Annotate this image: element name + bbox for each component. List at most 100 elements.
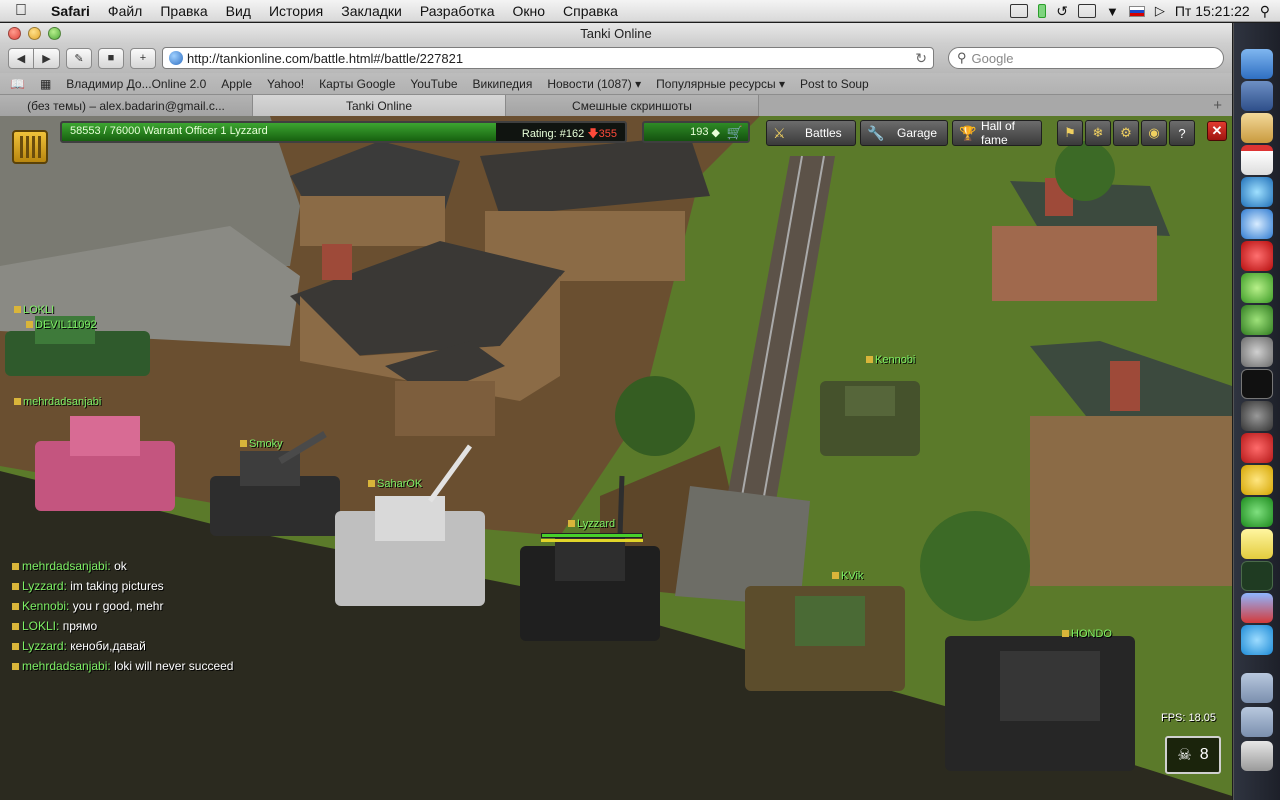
chat-message: LOKLI: прямо: [12, 616, 233, 636]
screen-capture-icon[interactable]: [1077, 4, 1096, 18]
bookmark-item[interactable]: Карты Google: [319, 77, 395, 91]
address-book-icon[interactable]: [1241, 113, 1273, 143]
crystals-counter[interactable]: 193 ◆ 🛒: [642, 121, 750, 143]
forward-arrow-icon[interactable]: ▶: [34, 47, 60, 69]
reading-list-icon[interactable]: 📖: [10, 77, 25, 91]
spotlight-search-icon[interactable]: ⚲: [1260, 3, 1270, 20]
calendar-icon[interactable]: [1241, 145, 1273, 175]
chat-author: LOKLI:: [22, 619, 60, 633]
address-url[interactable]: http://tankionline.com/battle.html#/batt…: [187, 51, 915, 66]
rank-icon: [12, 623, 19, 630]
safari-icon[interactable]: [1241, 209, 1273, 239]
wifi-icon[interactable]: ▼: [1106, 4, 1119, 19]
gift-icon[interactable]: ❄: [1085, 120, 1111, 146]
time-machine-icon[interactable]: ↺: [1056, 3, 1068, 20]
settings-gear-icon[interactable]: ⚙: [1113, 120, 1139, 146]
utorrent-icon[interactable]: [1241, 497, 1273, 527]
bookmark-item[interactable]: Википедия: [473, 77, 533, 91]
photo-app-icon[interactable]: [1241, 593, 1273, 623]
bookmarks-bar: 📖 ▦ Владимир До...Online 2.0 Apple Yahoo…: [0, 73, 1232, 95]
search-placeholder: Google: [971, 50, 1014, 66]
adium-icon[interactable]: [1241, 305, 1273, 335]
speaker-app-icon[interactable]: [1241, 401, 1273, 431]
player-name-text: Smoky: [249, 438, 283, 450]
apple-menu-icon[interactable]: : [0, 2, 42, 20]
menu-help[interactable]: Справка: [554, 3, 627, 19]
activity-monitor-icon[interactable]: [1241, 561, 1273, 591]
window-titlebar: Tanki Online: [0, 23, 1232, 43]
menu-view[interactable]: Вид: [217, 3, 260, 19]
battles-label: Battles: [805, 126, 842, 140]
menu-edit[interactable]: Правка: [151, 3, 216, 19]
tab-funny-screenshots[interactable]: Смешные скриншоты: [506, 95, 759, 116]
tab-tanki-online[interactable]: Tanki Online: [253, 95, 506, 116]
skype-icon[interactable]: [1241, 625, 1273, 655]
sound-icon[interactable]: ◉: [1141, 120, 1167, 146]
search-field[interactable]: ⚲ Google: [948, 47, 1224, 69]
menu-window[interactable]: Окно: [503, 3, 554, 19]
player-name-text: Kennobi: [875, 354, 916, 366]
opera-icon[interactable]: [1241, 241, 1273, 271]
rank-icon: [568, 520, 575, 527]
mail-icon[interactable]: [1241, 81, 1273, 111]
add-bookmark-icon[interactable]: +: [130, 47, 156, 69]
snapshot-icon[interactable]: ✎: [66, 47, 92, 69]
bookmark-item[interactable]: Apple: [221, 77, 252, 91]
input-language-flag-icon[interactable]: [1128, 5, 1145, 17]
menu-file[interactable]: Файл: [99, 3, 151, 19]
menu-history[interactable]: История: [260, 3, 332, 19]
downloads-folder-icon[interactable]: [1241, 707, 1273, 737]
bookmark-item[interactable]: Post to Soup: [800, 77, 869, 91]
cyberduck-icon[interactable]: [1241, 465, 1273, 495]
filezilla-icon[interactable]: [1241, 433, 1273, 463]
reload-icon[interactable]: ↻: [915, 50, 927, 67]
volume-icon[interactable]: ▷: [1155, 3, 1165, 19]
bookmark-item[interactable]: YouTube: [410, 77, 457, 91]
player-name-lyzzard: Lyzzard: [568, 518, 615, 530]
evernote-icon[interactable]: ■: [98, 47, 124, 69]
referral-icon[interactable]: ⚑: [1057, 120, 1083, 146]
shop-cart-icon[interactable]: 🛒: [727, 125, 743, 141]
garage-button[interactable]: 🔧 Garage: [860, 120, 948, 146]
itunes-icon[interactable]: [1241, 177, 1273, 207]
battles-button[interactable]: ⚔ Battles: [766, 120, 856, 146]
tab-gmail[interactable]: (без темы) – alex.badarin@gmail.c...: [0, 95, 253, 116]
menu-develop[interactable]: Разработка: [411, 3, 504, 19]
rating-label: Rating: #162: [521, 128, 585, 140]
chat-text: ok: [114, 559, 127, 573]
chat-text: loki will never succeed: [114, 659, 234, 673]
menu-bookmarks[interactable]: Закладки: [332, 3, 411, 19]
top-sites-grid-icon[interactable]: ▦: [40, 77, 51, 91]
system-preferences-icon[interactable]: [1241, 337, 1273, 367]
player-name-devil: DEVIL11092: [26, 319, 97, 331]
chat-text: im taking pictures: [70, 579, 164, 593]
garage-label: Garage: [897, 126, 938, 140]
chat-author: mehrdadsanjabi:: [22, 559, 111, 573]
stickies-icon[interactable]: [1241, 529, 1273, 559]
address-bar[interactable]: http://tankionline.com/battle.html#/batt…: [162, 47, 934, 69]
crystals-value: 193: [690, 126, 709, 138]
bookmark-item[interactable]: Владимир До...Online 2.0: [66, 77, 206, 91]
bookmark-item[interactable]: Yahoo!: [267, 77, 304, 91]
leaf-app-icon[interactable]: [1241, 273, 1273, 303]
exit-battle-icon[interactable]: ✕: [1207, 121, 1227, 141]
hall-of-fame-button[interactable]: 🏆 Hall of fame: [952, 119, 1042, 147]
documents-folder-icon[interactable]: [1241, 673, 1273, 703]
finder-icon[interactable]: [1241, 49, 1273, 79]
back-arrow-icon[interactable]: ◀: [8, 47, 34, 69]
battery-icon[interactable]: [1038, 4, 1047, 18]
display-icon[interactable]: [1010, 4, 1029, 18]
new-tab-icon[interactable]: +: [1213, 97, 1222, 114]
menu-app-name[interactable]: Safari: [42, 3, 99, 19]
terminal-icon[interactable]: [1241, 369, 1273, 399]
help-icon[interactable]: ?: [1169, 120, 1195, 146]
pause-button[interactable]: [12, 130, 48, 164]
game-viewport[interactable]: 58553 / 76000 Warrant Officer 1 Lyzzard …: [0, 116, 1232, 800]
bookmark-item[interactable]: Популярные ресурсы ▾: [656, 77, 785, 91]
player-name-text: HONDO: [1071, 628, 1112, 640]
trash-icon[interactable]: [1241, 741, 1273, 771]
menubar-clock[interactable]: Пт 15:21:22: [1175, 3, 1250, 19]
bookmark-item[interactable]: Новости (1087) ▾: [547, 77, 641, 91]
chat-author: Lyzzard:: [22, 639, 67, 653]
rank-icon: [12, 563, 19, 570]
